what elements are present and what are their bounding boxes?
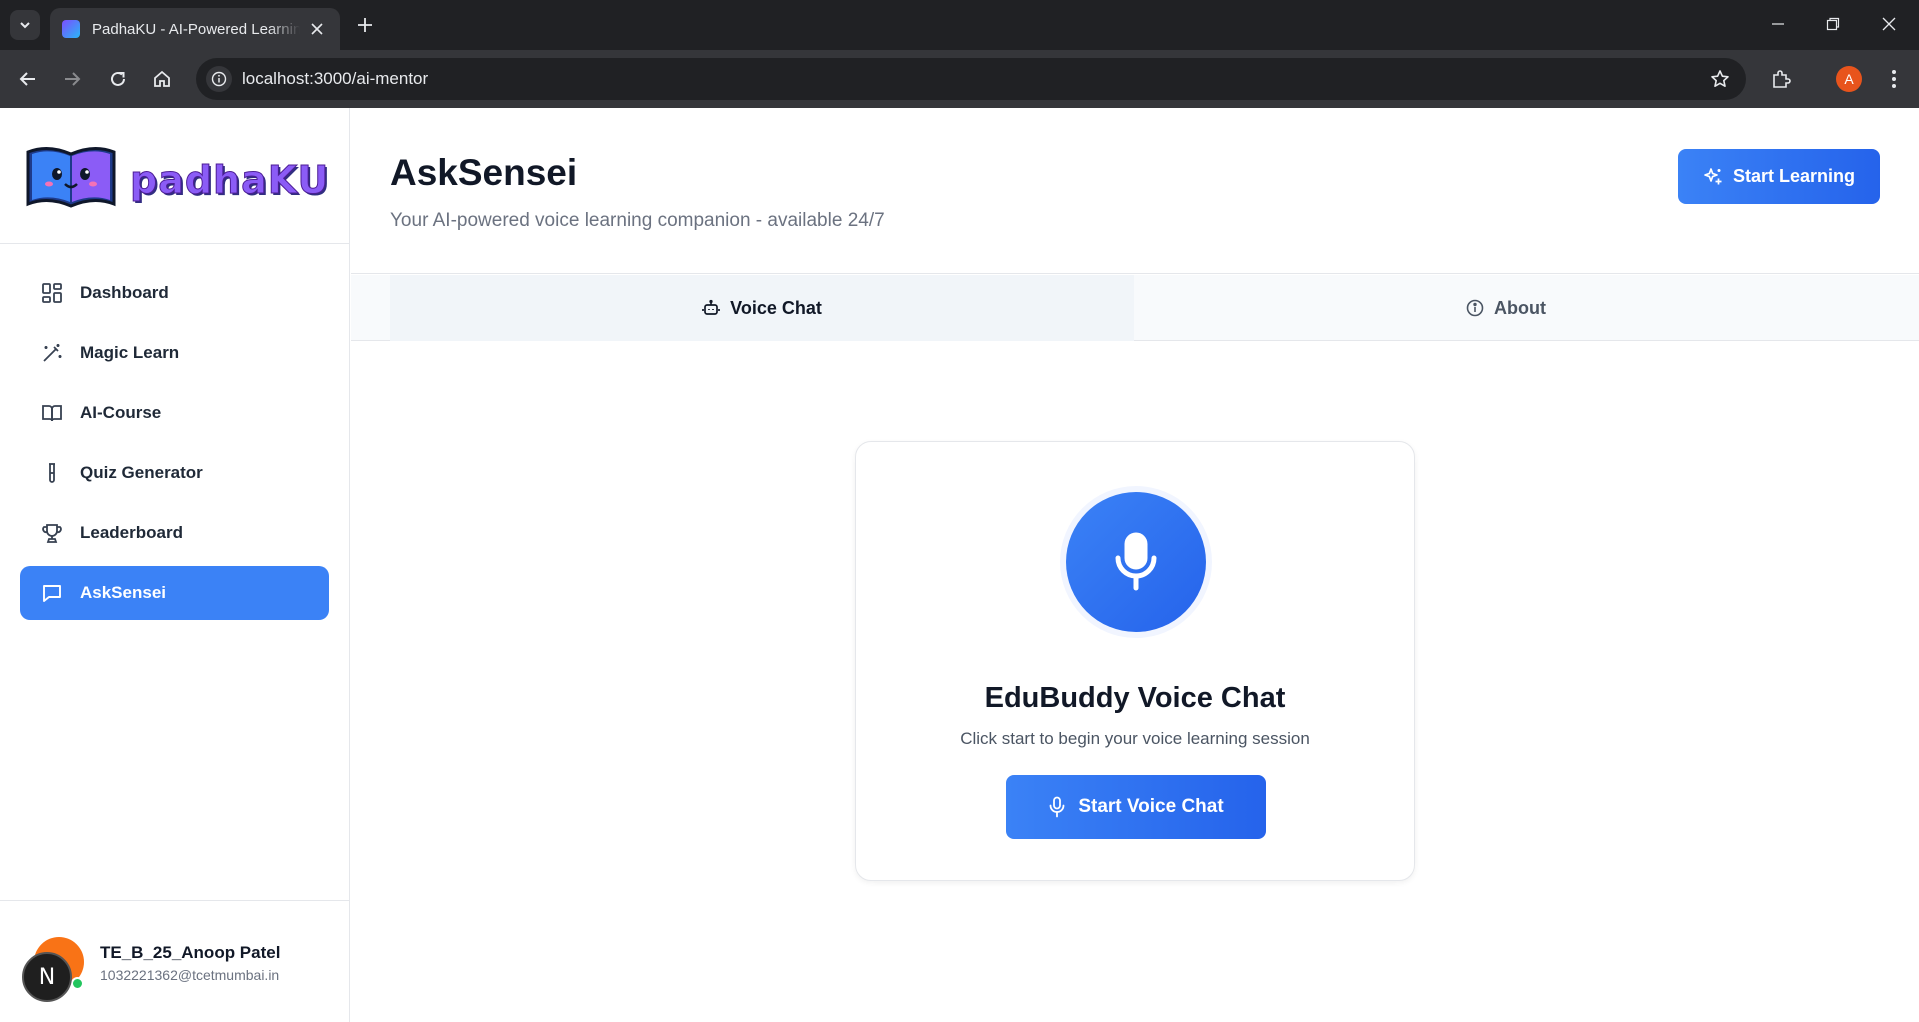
sidebar-item-leaderboard[interactable]: Leaderboard bbox=[20, 506, 329, 560]
start-voice-chat-button[interactable]: Start Voice Chat bbox=[1006, 775, 1266, 839]
sidebar-item-dashboard[interactable]: Dashboard bbox=[20, 266, 329, 320]
restore-icon bbox=[1826, 17, 1840, 31]
sidebar-item-label: AI-Course bbox=[80, 403, 162, 422]
nextjs-dev-badge[interactable]: N bbox=[22, 952, 72, 1002]
tab-list: Voice Chat About bbox=[351, 275, 1919, 341]
sidebar-item-label: Quiz Generator bbox=[80, 463, 203, 482]
site-info-icon[interactable] bbox=[206, 66, 232, 92]
home-icon bbox=[154, 70, 170, 87]
trophy-icon bbox=[40, 521, 64, 545]
book-mascot-logo-icon bbox=[26, 147, 116, 208]
message-square-icon bbox=[40, 581, 64, 605]
book-open-icon bbox=[40, 401, 64, 425]
forward-button[interactable] bbox=[58, 65, 86, 93]
start-voice-chat-label: Start Voice Chat bbox=[1078, 796, 1224, 817]
dashboard-grid-icon bbox=[40, 281, 64, 305]
microphone-small-icon bbox=[1048, 796, 1066, 818]
page-subtitle: Your AI-powered voice learning companion… bbox=[390, 210, 885, 231]
back-button[interactable] bbox=[14, 65, 42, 93]
new-tab-button[interactable] bbox=[352, 12, 378, 38]
page-title: AskSensei bbox=[390, 152, 578, 193]
bookmark-star-icon[interactable] bbox=[1708, 67, 1732, 91]
test-tube-icon bbox=[40, 461, 64, 485]
arrow-right-icon bbox=[65, 72, 81, 86]
tab-search-button[interactable] bbox=[10, 10, 40, 40]
tab-title: PadhaKU - AI-Powered Learning bbox=[92, 20, 300, 38]
sidebar-item-label: AskSensei bbox=[80, 583, 166, 602]
voice-chat-card: EduBuddy Voice Chat Click start to begin… bbox=[855, 441, 1415, 881]
info-icon bbox=[1466, 299, 1484, 317]
close-window-button[interactable] bbox=[1866, 8, 1912, 40]
arrow-left-icon bbox=[19, 72, 35, 86]
sidebar-item-quiz-generator[interactable]: Quiz Generator bbox=[20, 446, 329, 500]
start-learning-button[interactable]: Start Learning bbox=[1678, 149, 1880, 204]
sparkles-icon bbox=[1703, 167, 1723, 187]
main-content: AskSensei Your AI-powered voice learning… bbox=[351, 108, 1919, 1022]
browser-tab[interactable]: PadhaKU - AI-Powered Learning bbox=[50, 8, 340, 50]
restore-button[interactable] bbox=[1810, 8, 1856, 40]
sidebar-item-asksensei[interactable]: AskSensei bbox=[20, 566, 329, 620]
url-text: localhost:3000/ai-mentor bbox=[242, 69, 429, 88]
address-bar[interactable]: localhost:3000/ai-mentor bbox=[196, 58, 1746, 100]
bot-icon bbox=[702, 299, 721, 317]
app-root: padhaKU Dashboard Magic Learn AI-Course bbox=[0, 108, 1919, 1022]
tab-about[interactable]: About bbox=[1134, 275, 1878, 341]
microphone-icon bbox=[1066, 492, 1206, 632]
sidebar-item-magic-learn[interactable]: Magic Learn bbox=[20, 326, 329, 380]
home-button[interactable] bbox=[148, 65, 176, 93]
sidebar-item-label: Dashboard bbox=[80, 283, 169, 302]
user-email: 1032221362@tcetmumbai.in bbox=[100, 967, 280, 983]
reload-icon bbox=[111, 71, 125, 86]
plus-icon bbox=[358, 18, 372, 32]
minimize-button[interactable] bbox=[1755, 8, 1801, 40]
card-subtitle: Click start to begin your voice learning… bbox=[960, 729, 1310, 748]
tab-voice-chat-label: Voice Chat bbox=[730, 297, 822, 318]
favicon-icon bbox=[62, 20, 80, 38]
sidebar-item-label: Magic Learn bbox=[80, 343, 180, 362]
user-name: TE_B_25_Anoop Patel bbox=[100, 943, 281, 962]
browser-tabstrip: PadhaKU - AI-Powered Learning bbox=[0, 0, 1919, 50]
start-learning-label: Start Learning bbox=[1732, 166, 1856, 186]
reload-button[interactable] bbox=[104, 65, 132, 93]
sidebar-nav: Dashboard Magic Learn AI-Course Quiz Gen… bbox=[20, 266, 329, 626]
profile-avatar[interactable]: A bbox=[1836, 66, 1862, 92]
tab-voice-chat[interactable]: Voice Chat bbox=[390, 275, 1134, 341]
card-title: EduBuddy Voice Chat bbox=[984, 682, 1286, 714]
tab-about-label: About bbox=[1494, 297, 1546, 318]
puzzle-icon bbox=[1773, 70, 1791, 88]
extensions-button[interactable] bbox=[1767, 65, 1795, 93]
minimize-icon bbox=[1772, 23, 1784, 25]
page-header: AskSensei Your AI-powered voice learning… bbox=[351, 108, 1919, 274]
sidebar-item-ai-course[interactable]: AI-Course bbox=[20, 386, 329, 440]
online-status-dot bbox=[71, 977, 84, 990]
brand-name: padhaKU bbox=[129, 158, 330, 203]
chevron-down-icon bbox=[20, 22, 30, 29]
magic-wand-icon bbox=[40, 341, 64, 365]
browser-menu-button[interactable] bbox=[1880, 65, 1908, 93]
sidebar-item-label: Leaderboard bbox=[80, 523, 183, 542]
close-tab-icon[interactable] bbox=[306, 18, 328, 40]
more-vertical-icon bbox=[1892, 70, 1896, 88]
sidebar: padhaKU Dashboard Magic Learn AI-Course bbox=[0, 108, 350, 1022]
brand-header[interactable]: padhaKU bbox=[0, 108, 349, 244]
browser-toolbar: localhost:3000/ai-mentor A bbox=[0, 50, 1919, 108]
close-icon bbox=[1882, 17, 1896, 31]
